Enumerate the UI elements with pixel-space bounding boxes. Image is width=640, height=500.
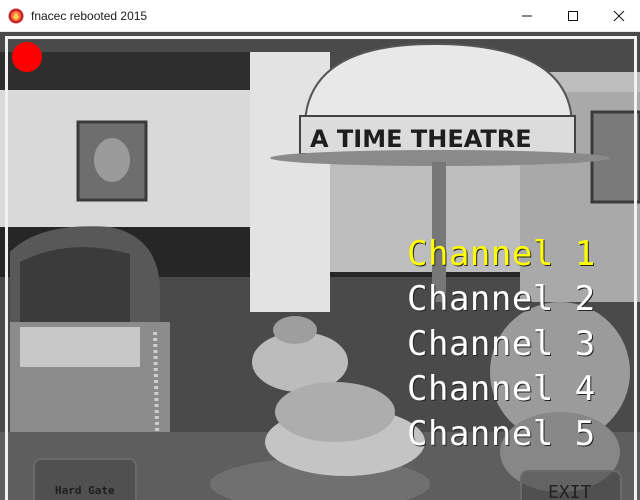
- channel-1-button[interactable]: Channel 1: [407, 232, 596, 277]
- window-title: fnacec rebooted 2015: [31, 9, 148, 23]
- maximize-button[interactable]: [550, 0, 596, 32]
- theatre-sign-text: A TIME THEATRE: [310, 125, 532, 153]
- close-icon: [613, 10, 625, 22]
- window-title-bar[interactable]: fnacec rebooted 2015: [0, 0, 640, 32]
- app-orb-icon: [8, 8, 24, 24]
- close-button[interactable]: [596, 0, 640, 32]
- channel-2-button[interactable]: Channel 2: [407, 277, 596, 322]
- hard-gate-label: Hard Gate: [55, 484, 115, 497]
- channel-4-button[interactable]: Channel 4: [407, 367, 596, 412]
- hard-gate-button[interactable]: Hard Gate: [33, 458, 137, 500]
- channel-list: Channel 1 Channel 2 Channel 3 Channel 4 …: [407, 232, 596, 457]
- minimize-button[interactable]: [504, 0, 550, 32]
- channel-3-button[interactable]: Channel 3: [407, 322, 596, 367]
- maximize-icon: [568, 11, 578, 21]
- recording-indicator: [12, 42, 42, 72]
- exit-button[interactable]: EXIT: [520, 470, 622, 500]
- minimize-icon: [522, 15, 532, 17]
- exit-label: EXIT: [548, 482, 592, 500]
- channel-5-button[interactable]: Channel 5: [407, 412, 596, 457]
- camera-viewport[interactable]: A TIME THEATRE Channel 1 Channel 2 Chann…: [0, 32, 640, 500]
